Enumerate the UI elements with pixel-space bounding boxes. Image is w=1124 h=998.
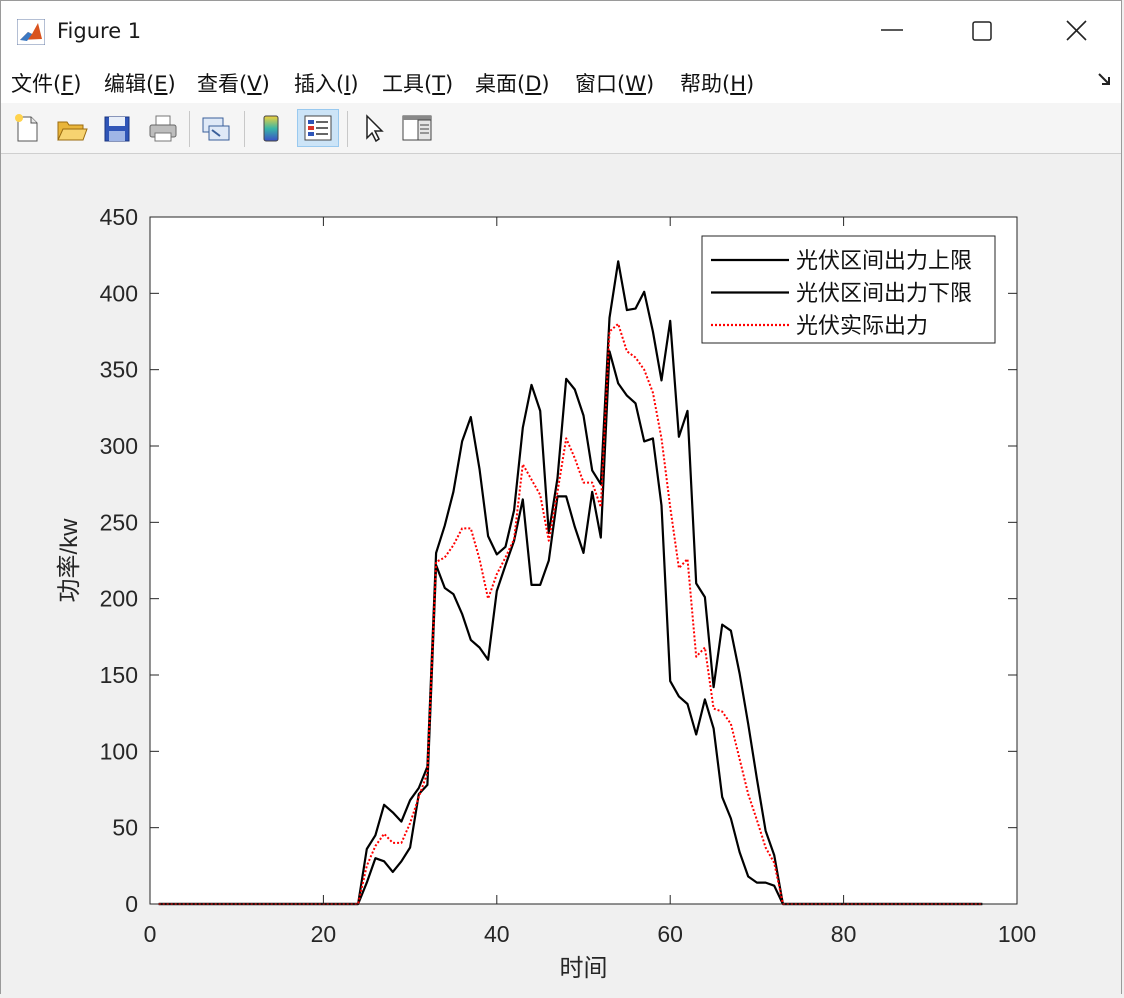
figure-window: Figure 1 文件(F) 编辑(E) 查看(V) 插入(I) 工具(T) 桌…	[0, 0, 1122, 994]
save-icon	[104, 116, 130, 142]
y-tick-label: 300	[100, 433, 138, 459]
print-button[interactable]	[145, 109, 181, 147]
y-tick-label: 50	[112, 815, 138, 841]
title-bar[interactable]: Figure 1	[1, 1, 1121, 59]
legend-label: 光伏区间出力上限	[796, 248, 972, 273]
figure-toolbar	[1, 103, 1121, 154]
insert-legend-button[interactable]	[297, 109, 339, 147]
x-tick-label: 40	[484, 921, 510, 947]
menu-bar: 文件(F) 编辑(E) 查看(V) 插入(I) 工具(T) 桌面(D) 窗口(W…	[1, 59, 1121, 104]
x-tick-label: 100	[998, 921, 1036, 947]
maximize-button[interactable]	[937, 1, 1029, 59]
y-axis-label: 功率/kw	[56, 518, 83, 603]
minimize-button[interactable]	[847, 1, 939, 59]
menu-insert[interactable]: 插入(I)	[294, 68, 359, 98]
y-tick-label: 100	[100, 738, 138, 764]
open-button[interactable]	[53, 109, 89, 147]
menu-tools[interactable]: 工具(T)	[382, 68, 453, 98]
edit-plot-button[interactable]	[356, 109, 392, 147]
link-plot-button[interactable]	[198, 109, 234, 147]
menu-view[interactable]: 查看(V)	[197, 68, 270, 98]
open-folder-icon	[57, 121, 88, 141]
dock-arrow-icon[interactable]	[1097, 71, 1113, 87]
close-button[interactable]	[1031, 1, 1123, 59]
legend-label: 光伏实际出力	[796, 313, 928, 338]
x-tick-label: 0	[144, 921, 157, 947]
legend[interactable]: 光伏区间出力上限光伏区间出力下限光伏实际出力	[701, 235, 996, 344]
y-tick-label: 150	[100, 662, 138, 688]
print-icon	[149, 115, 177, 142]
menu-edit[interactable]: 编辑(E)	[104, 68, 176, 98]
new-file-icon	[15, 114, 38, 142]
toolbar-separator	[244, 111, 245, 147]
menu-help[interactable]: 帮助(H)	[680, 68, 754, 98]
y-tick-label: 450	[100, 204, 138, 230]
y-tick-label: 350	[100, 357, 138, 383]
minimize-icon	[881, 29, 903, 31]
link-figure-icon	[202, 117, 230, 141]
window-title: Figure 1	[57, 19, 142, 43]
colorbar-icon	[263, 115, 279, 142]
menu-desktop[interactable]: 桌面(D)	[475, 68, 550, 98]
x-tick-label: 80	[831, 921, 857, 947]
y-tick-label: 200	[100, 586, 138, 612]
y-tick-label: 250	[100, 509, 138, 535]
x-tick-label: 60	[657, 921, 683, 947]
legend-icon	[304, 115, 332, 141]
x-axis-label: 时间	[560, 955, 608, 982]
maximize-icon	[972, 21, 992, 41]
y-tick-label: 400	[100, 280, 138, 306]
property-editor-icon	[402, 115, 432, 141]
close-icon	[1066, 20, 1087, 41]
legend-label: 光伏区间出力下限	[796, 281, 972, 306]
pointer-icon	[366, 114, 384, 143]
y-tick-label: 0	[125, 891, 138, 917]
toolbar-separator	[189, 111, 190, 147]
new-figure-button[interactable]	[9, 109, 45, 147]
x-tick-label: 20	[311, 921, 337, 947]
matlab-logo-icon	[17, 19, 45, 45]
insert-colorbar-button[interactable]	[253, 109, 289, 147]
line-chart[interactable]: 0 20 40 60 80 100050100150200250300350400450 …	[1, 154, 1121, 994]
menu-file[interactable]: 文件(F)	[11, 68, 82, 98]
figure-canvas[interactable]: 0 20 40 60 80 100 0 50 100 150 200 250 300 350 400 450 …	[1, 154, 1121, 994]
show-plot-tools-button[interactable]	[399, 109, 435, 147]
save-button[interactable]	[99, 109, 135, 147]
menu-window[interactable]: 窗口(W)	[575, 68, 654, 98]
toolbar-separator	[347, 111, 348, 147]
